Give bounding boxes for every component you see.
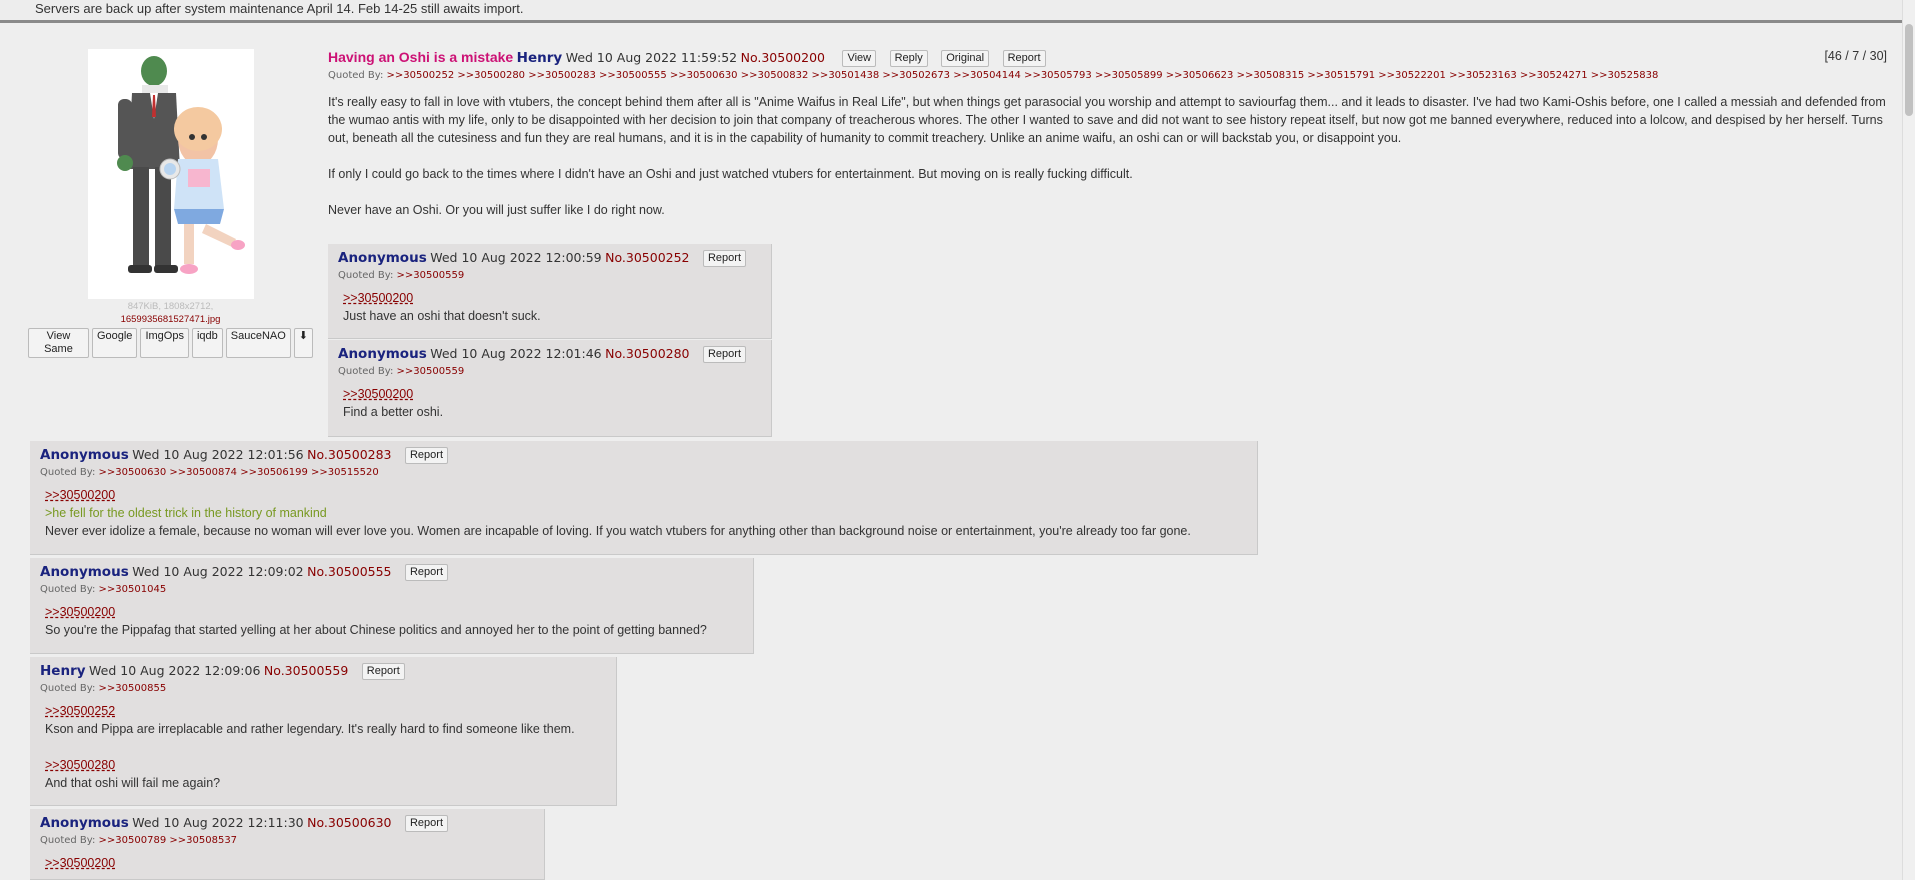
imgops-button[interactable]: ImgOps	[140, 328, 189, 358]
reply-text: And that oshi will fail me again?	[45, 776, 221, 790]
op-quoted-by: Quoted By: >>30500252 >>30500280 >>30500…	[328, 70, 1888, 81]
view-same-button[interactable]: View Same	[28, 328, 89, 358]
report-button[interactable]: Report	[702, 346, 747, 363]
reply-text: So you're the Pippafag that started yell…	[45, 623, 707, 637]
thread-stats: [46 / 7 / 30]	[1824, 49, 1887, 63]
google-button[interactable]: Google	[91, 328, 138, 358]
quoted-by-links[interactable]: >>30501045	[99, 584, 167, 595]
op-file: 847KiB, 1808x2712, 1659935681527471.jpg …	[28, 49, 313, 358]
op-paragraph: It's really easy to fall in love with vt…	[328, 95, 1886, 145]
quoted-by-label: Quoted By:	[338, 366, 394, 377]
image-search-buttons: View Same Google ImgOps iqdb SauceNAO ⬇	[28, 328, 313, 358]
reply-name: Anonymous	[338, 346, 427, 362]
reply-name: Anonymous	[40, 564, 129, 580]
op-thumbnail[interactable]	[87, 49, 254, 299]
original-button[interactable]: Original	[941, 50, 990, 67]
quoted-by-label: Quoted By:	[338, 270, 394, 281]
file-name-link[interactable]: 1659935681527471.jpg	[28, 314, 313, 325]
reply-post-number[interactable]: No.30500555	[307, 564, 391, 579]
op-text: It's really easy to fall in love with vt…	[328, 93, 1888, 219]
reply-post: Anonymous Wed 10 Aug 2022 12:00:59 No.30…	[328, 244, 772, 339]
reply-date: Wed 10 Aug 2022 12:01:56	[132, 447, 304, 462]
reply-post: Henry Wed 10 Aug 2022 12:09:06 No.305005…	[30, 657, 617, 806]
quoted-by-label: Quoted By:	[40, 584, 96, 595]
quote-link[interactable]: >>30500200	[343, 385, 761, 403]
report-button[interactable]: Report	[1002, 50, 1046, 67]
quoted-by-links[interactable]: >>30500630 >>30500874 >>30506199 >>30515…	[99, 467, 379, 478]
op-name: Henry	[516, 50, 563, 66]
reply-text: Never ever idolize a female, because no …	[45, 524, 1191, 538]
scrollbar[interactable]	[1902, 0, 1915, 880]
reply-text: Find a better oshi.	[343, 405, 444, 419]
reply-date: Wed 10 Aug 2022 12:00:59	[430, 250, 602, 265]
reply-text: Kson and Pippa are irreplacable and rath…	[45, 722, 575, 736]
reply-post-number[interactable]: No.30500559	[264, 663, 348, 678]
op-date: Wed 10 Aug 2022 11:59:52	[565, 50, 738, 65]
reply-post: Anonymous Wed 10 Aug 2022 12:11:30 No.30…	[30, 809, 545, 880]
reply-post-number[interactable]: No.30500630	[307, 815, 391, 830]
op-content: Having an Oshi is a mistake Henry Wed 10…	[328, 49, 1888, 237]
op-header: Having an Oshi is a mistake Henry Wed 10…	[328, 49, 1888, 67]
quoted-by-links[interactable]: >>30500559	[397, 366, 465, 377]
quoted-by-links[interactable]: >>30500559	[397, 270, 465, 281]
reply-button[interactable]: Reply	[889, 50, 928, 67]
quoted-by-label: Quoted By:	[40, 467, 96, 478]
thumbnail-illustration	[87, 49, 254, 299]
scrollbar-thumb[interactable]	[1905, 24, 1913, 116]
reply-date: Wed 10 Aug 2022 12:11:30	[132, 815, 304, 830]
op-paragraph: If only I could go back to the times whe…	[328, 167, 1133, 181]
reply-post: Anonymous Wed 10 Aug 2022 12:09:02 No.30…	[30, 558, 754, 654]
report-button[interactable]: Report	[404, 815, 449, 832]
op-paragraph: Never have an Oshi. Or you will just suf…	[328, 203, 665, 217]
reply-name: Anonymous	[40, 447, 129, 463]
reply-post-number[interactable]: No.30500252	[605, 250, 689, 265]
maintenance-notice: Servers are back up after system mainten…	[0, 0, 1915, 23]
reply-name: Henry	[40, 663, 86, 679]
download-icon[interactable]: ⬇	[293, 328, 313, 358]
quoted-by-label: Quoted By:	[40, 835, 96, 846]
reply-date: Wed 10 Aug 2022 12:01:46	[430, 346, 602, 361]
report-button[interactable]: Report	[404, 447, 449, 464]
report-button[interactable]: Report	[702, 250, 747, 267]
reply-date: Wed 10 Aug 2022 12:09:06	[89, 663, 261, 678]
op-subject: Having an Oshi is a mistake	[328, 49, 514, 65]
quoted-by-label: Quoted By:	[328, 70, 384, 81]
quoted-by-links[interactable]: >>30500252 >>30500280 >>30500283 >>30500…	[387, 70, 1659, 81]
quote-link[interactable]: >>30500200	[45, 486, 1247, 504]
greentext: >he fell for the oldest trick in the his…	[45, 506, 327, 520]
quote-link[interactable]: >>30500200	[45, 854, 534, 872]
reply-post: Anonymous Wed 10 Aug 2022 12:01:56 No.30…	[30, 441, 1258, 555]
quote-link[interactable]: >>30500200	[343, 289, 761, 307]
file-info: 847KiB, 1808x2712,	[127, 301, 214, 312]
reply-date: Wed 10 Aug 2022 12:09:02	[132, 564, 304, 579]
quoted-by-label: Quoted By:	[40, 683, 96, 694]
saucenao-button[interactable]: SauceNAO	[225, 328, 291, 358]
report-button[interactable]: Report	[361, 663, 405, 680]
op-post-number[interactable]: No.30500200	[741, 50, 825, 65]
view-button[interactable]: View	[842, 50, 877, 67]
quote-link[interactable]: >>30500280	[45, 756, 606, 774]
quoted-by-links[interactable]: >>30500855	[99, 683, 167, 694]
iqdb-button[interactable]: iqdb	[191, 328, 223, 358]
reply-name: Anonymous	[338, 250, 427, 266]
quote-link[interactable]: >>30500252	[45, 702, 606, 720]
reply-text: Just have an oshi that doesn't suck.	[343, 309, 541, 323]
reply-name: Anonymous	[40, 815, 129, 831]
quoted-by-links[interactable]: >>30500789 >>30508537	[99, 835, 238, 846]
reply-post: Anonymous Wed 10 Aug 2022 12:01:46 No.30…	[328, 340, 772, 437]
reply-post-number[interactable]: No.30500280	[605, 346, 689, 361]
reply-post-number[interactable]: No.30500283	[307, 447, 391, 462]
report-button[interactable]: Report	[404, 564, 449, 581]
quote-link[interactable]: >>30500200	[45, 603, 743, 621]
